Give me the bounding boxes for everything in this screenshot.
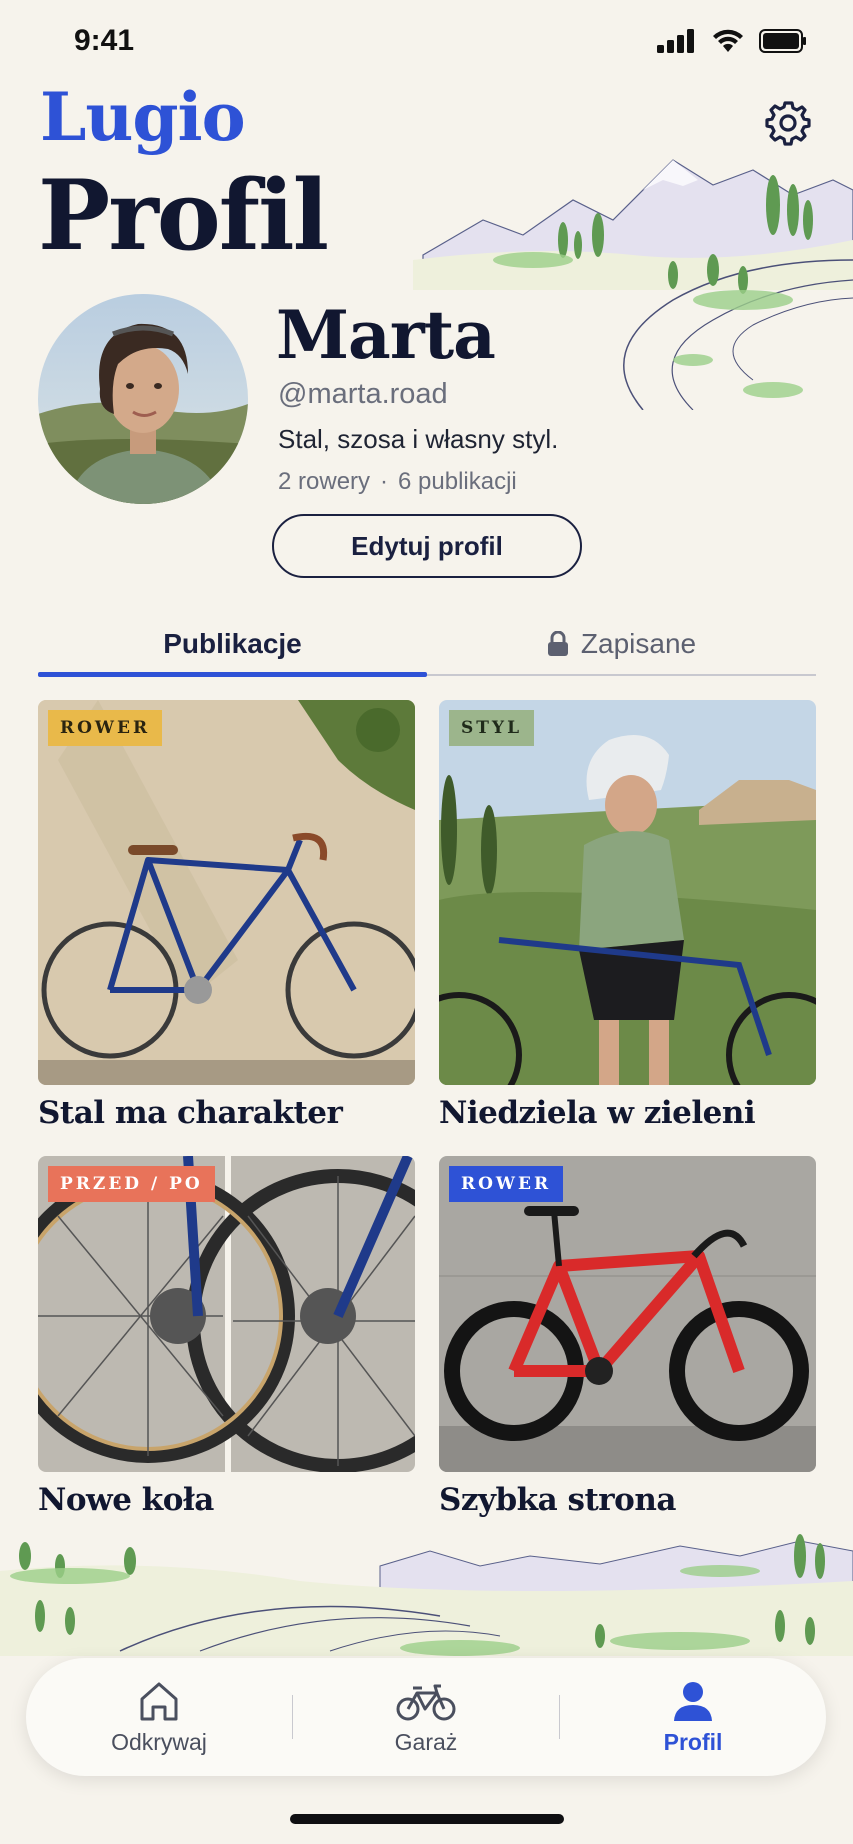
post-image: ROWER (38, 700, 415, 1085)
category-badge: ROWER (449, 1166, 564, 1202)
wifi-icon (713, 29, 743, 52)
signal-icon (657, 29, 694, 53)
app-logo[interactable]: Lugio (40, 78, 246, 156)
bottom-navigation: Odkrywaj Garaż Profil (26, 1658, 826, 1776)
avatar[interactable] (38, 294, 248, 504)
cyclist-photo (439, 700, 816, 1085)
bicycle-icon (396, 1684, 456, 1720)
post-card[interactable]: ROWER Szybka strona (439, 1156, 816, 1518)
post-image: PRZED / PO (38, 1156, 415, 1472)
category-badge: ROWER (48, 710, 163, 746)
profile-stats: 2 rowery · 6 publikacji (278, 468, 517, 496)
settings-button[interactable] (761, 96, 815, 150)
home-icon (140, 1682, 178, 1720)
nav-label: Profil (663, 1728, 723, 1755)
tab-publications[interactable]: Publikacje (38, 614, 427, 677)
post-title: Szybka strona (439, 1482, 676, 1518)
status-icons (657, 28, 807, 54)
tab-label: Zapisane (580, 628, 697, 659)
post-title: Stal ma charakter (38, 1095, 343, 1131)
post-image: STYL (439, 700, 816, 1085)
post-title: Nowe koła (38, 1482, 214, 1518)
category-badge: PRZED / PO (48, 1166, 215, 1202)
nav-item-garage[interactable]: Garaż (293, 1679, 559, 1756)
person-icon (674, 1681, 712, 1721)
post-image: ROWER (439, 1156, 816, 1472)
post-card[interactable]: STYL Niedziela w zieleni (439, 700, 816, 1131)
nav-label: Odkrywaj (111, 1728, 207, 1755)
post-card[interactable]: ROWER Stal ma charakter (38, 700, 415, 1131)
profile-name: Marta (276, 296, 496, 374)
red-bike-photo (439, 1156, 816, 1472)
lock-icon (547, 631, 568, 656)
post-count: 6 publikacji (398, 468, 517, 495)
post-title: Niedziela w zieleni (439, 1095, 756, 1131)
landscape-illustration (0, 1534, 853, 1656)
category-badge: STYL (449, 710, 535, 746)
profile-handle: @marta.road (278, 378, 448, 410)
profile-bio: Stal, szosa i własny styl. (278, 424, 559, 454)
tab-saved[interactable]: Zapisane (427, 614, 816, 674)
nav-item-discover[interactable]: Odkrywaj (26, 1679, 292, 1756)
battery-icon (759, 29, 806, 53)
nav-item-profile[interactable]: Profil (560, 1679, 826, 1756)
tab-label: Publikacje (163, 628, 302, 659)
bike-count: 2 rowery (278, 468, 371, 495)
profile-tabs: Publikacje Zapisane (38, 614, 816, 677)
gear-icon (765, 101, 811, 146)
wheels-before-after-photo (38, 1156, 415, 1472)
avatar-photo (38, 294, 248, 504)
post-card[interactable]: PRZED / PO Nowe koła (38, 1156, 415, 1518)
edit-profile-button[interactable]: Edytuj profil (272, 514, 582, 578)
status-time: 9:41 (74, 24, 135, 57)
home-indicator[interactable] (290, 1814, 564, 1824)
nav-label: Garaż (394, 1728, 458, 1755)
steel-bike-photo (38, 700, 415, 1085)
stats-separator: · (380, 468, 389, 495)
status-bar: 9:41 (0, 0, 853, 80)
page-title: Profil (38, 159, 329, 272)
